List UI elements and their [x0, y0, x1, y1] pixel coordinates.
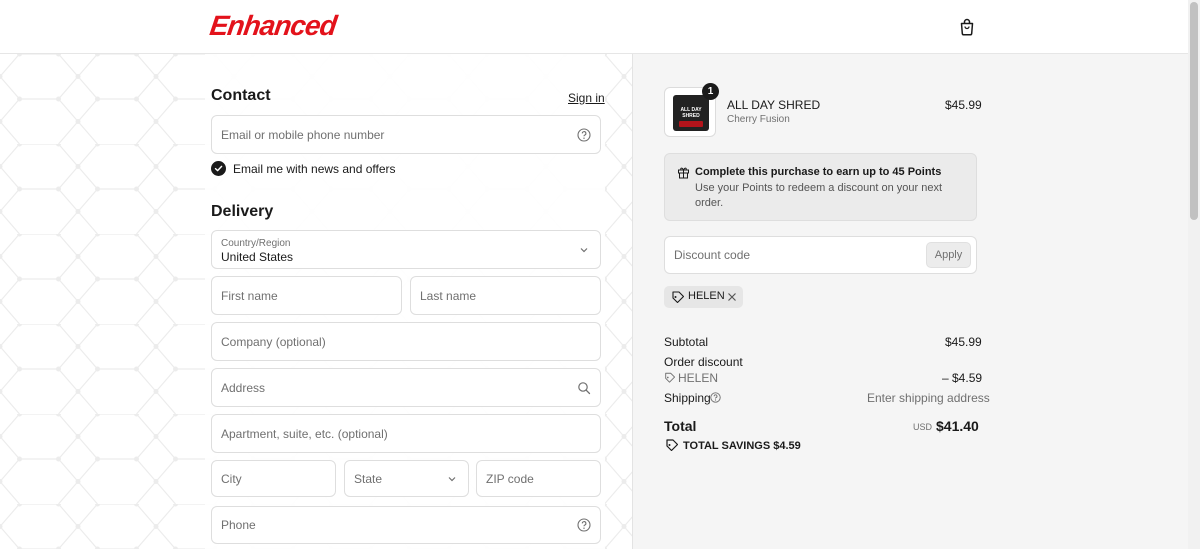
city-placeholder: City: [221, 471, 242, 486]
discount-code-field[interactable]: Discount code Apply: [664, 236, 977, 274]
product-price: $45.99: [945, 98, 982, 112]
country-value: United States: [221, 250, 294, 264]
gift-icon: [678, 167, 689, 179]
phone-placeholder: Phone: [221, 518, 256, 532]
search-icon: [578, 381, 591, 394]
quantity-badge: 1: [702, 83, 719, 100]
phone-field[interactable]: Phone: [211, 506, 601, 544]
help-circle-icon[interactable]: [577, 518, 591, 532]
city-field[interactable]: City: [211, 460, 336, 497]
discount-code-label: HELEN: [678, 371, 719, 385]
total-label: Total: [664, 418, 697, 434]
zip-placeholder: ZIP code: [486, 471, 534, 486]
points-subtitle: Use your Points to redeem a discount on …: [695, 182, 943, 209]
points-banner: Complete this purchase to earn up to 45 …: [664, 153, 977, 221]
scrollbar-thumb[interactable]: [1190, 2, 1198, 220]
chevron-down-icon: [580, 247, 588, 252]
shipping-label: Shipping: [664, 391, 711, 405]
zip-field[interactable]: ZIP code: [476, 460, 601, 497]
currency-label: USD: [913, 422, 933, 432]
sign-in-link[interactable]: Sign in: [568, 91, 605, 105]
newsletter-checkbox[interactable]: [211, 161, 226, 176]
apartment-placeholder: Apartment, suite, etc. (optional): [221, 426, 388, 441]
product-image-stripe: [679, 121, 703, 127]
points-title: Complete this purchase to earn up to 45 …: [695, 166, 942, 178]
first-name-field[interactable]: First name: [211, 276, 402, 315]
applied-discount-chip: HELEN: [664, 286, 743, 308]
company-field[interactable]: Company (optional): [211, 322, 601, 361]
address-field[interactable]: Address: [211, 368, 601, 407]
product-image: ALL DAY SHRED: [673, 95, 709, 131]
newsletter-label: Email me with news and offers: [233, 162, 396, 176]
discount-value: – $4.59: [942, 371, 983, 385]
product-image-label: ALL DAY SHRED: [680, 107, 702, 119]
total-savings: TOTAL SAVINGS $4.59: [683, 440, 801, 452]
company-placeholder: Company (optional): [221, 334, 326, 349]
subtotal-value: $45.99: [945, 335, 982, 349]
shopping-bag-icon[interactable]: [955, 15, 979, 39]
total-value: $41.40: [936, 418, 979, 434]
apply-button[interactable]: Apply: [926, 242, 971, 268]
tag-icon: [665, 372, 675, 383]
email-placeholder: Email or mobile phone number: [221, 127, 385, 142]
site-header: Enhanced: [0, 0, 1188, 54]
delivery-heading: Delivery: [211, 203, 274, 220]
product-name: ALL DAY SHRED: [727, 98, 821, 112]
discount-placeholder: Discount code: [674, 248, 751, 262]
shipping-value: Enter shipping address: [867, 391, 990, 405]
country-label: Country/Region: [221, 238, 291, 249]
address-placeholder: Address: [221, 380, 266, 395]
brand-logo[interactable]: Enhanced: [208, 10, 338, 42]
email-field[interactable]: Email or mobile phone number: [211, 115, 601, 154]
tag-icon: [672, 291, 684, 303]
state-placeholder: State: [354, 471, 383, 486]
help-circle-icon[interactable]: [577, 127, 591, 142]
tag-icon: [666, 439, 678, 451]
checkmark-icon: [214, 165, 223, 172]
chevron-down-icon: [448, 476, 456, 481]
page-scrollbar[interactable]: [1188, 0, 1200, 549]
applied-discount-code: HELEN: [688, 290, 725, 302]
close-icon[interactable]: [727, 292, 737, 302]
product-variant: Cherry Fusion: [727, 114, 790, 125]
state-select[interactable]: State: [344, 460, 469, 497]
subtotal-label: Subtotal: [664, 335, 709, 349]
order-discount-label: Order discount: [664, 355, 743, 369]
country-select[interactable]: Country/Region United States: [211, 230, 601, 269]
contact-heading: Contact: [211, 87, 271, 104]
last-name-placeholder: Last name: [420, 288, 477, 303]
first-name-placeholder: First name: [221, 288, 278, 303]
last-name-field[interactable]: Last name: [410, 276, 601, 315]
apartment-field[interactable]: Apartment, suite, etc. (optional): [211, 414, 601, 453]
help-circle-icon[interactable]: [710, 392, 721, 403]
